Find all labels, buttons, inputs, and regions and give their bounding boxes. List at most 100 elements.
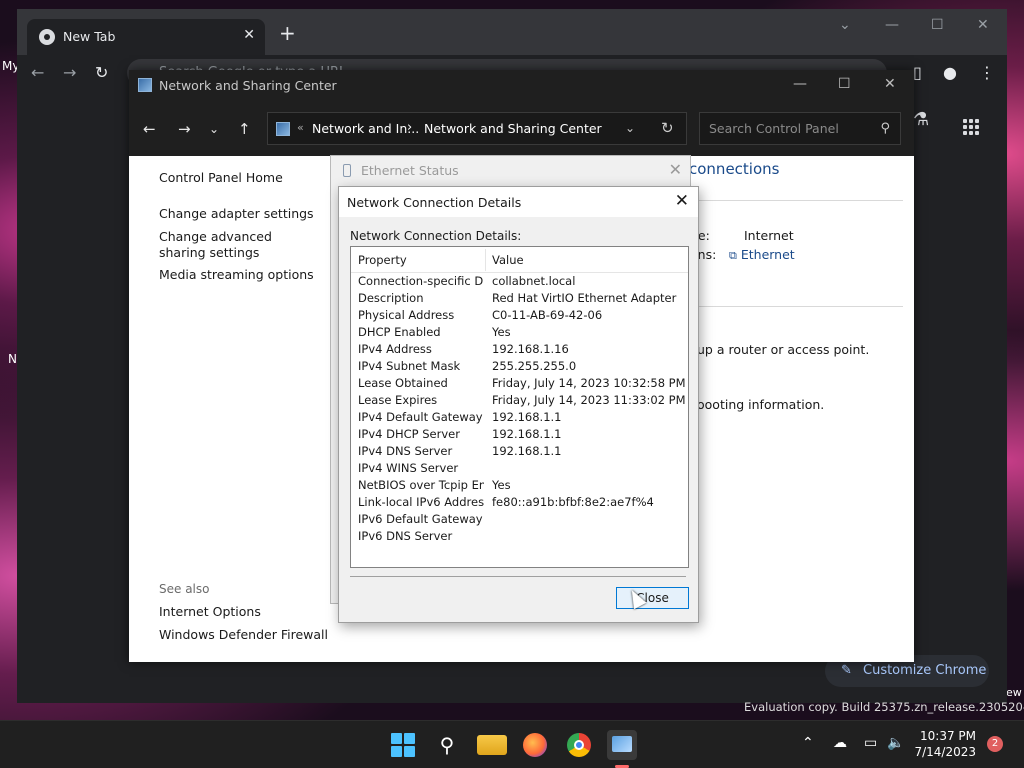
list-item[interactable]: IPv4 WINS Server <box>351 460 688 477</box>
media-streaming-link[interactable]: Media streaming options <box>159 267 314 282</box>
close-button[interactable]: Close <box>616 587 689 609</box>
search-icon[interactable]: ⚲ <box>432 730 462 760</box>
divider <box>689 200 903 201</box>
control-panel-home-link[interactable]: Control Panel Home <box>159 170 283 185</box>
control-panel-taskbar-icon[interactable] <box>607 730 637 760</box>
breadcrumb-item[interactable]: Network and Sharing Center <box>424 121 602 136</box>
property-cell: Lease Expires <box>358 393 438 407</box>
value-cell: Friday, July 14, 2023 10:32:58 PM <box>492 376 686 390</box>
tab-search-chevron-icon[interactable]: ⌄ <box>839 17 851 33</box>
list-item[interactable]: IPv4 Address 192.168.1.16 <box>351 341 688 358</box>
close-icon[interactable]: ✕ <box>669 160 682 179</box>
list-item[interactable]: Lease Obtained Friday, July 14, 2023 10:3… <box>351 375 688 392</box>
property-cell: Connection-specific DN... <box>358 274 484 288</box>
control-panel-search-input[interactable]: Search Control Panel ⚲ <box>699 112 901 145</box>
control-panel-titlebar: Network and Sharing Center — ☐ ✕ <box>129 70 914 102</box>
ethernet-status-title: Ethernet Status <box>361 163 459 178</box>
show-hidden-icons-chevron-icon[interactable]: ⌃ <box>802 735 814 751</box>
new-tab-button[interactable]: + <box>279 23 296 43</box>
forward-arrow-icon[interactable]: → <box>63 63 76 82</box>
list-item[interactable]: IPv4 DHCP Server 192.168.1.1 <box>351 426 688 443</box>
list-item[interactable]: IPv6 DNS Server <box>351 528 688 545</box>
property-cell: IPv4 Subnet Mask <box>358 359 461 373</box>
value-cell: Yes <box>492 478 511 492</box>
firefox-icon[interactable] <box>523 733 547 757</box>
cloud-icon[interactable]: ☁ <box>833 735 847 751</box>
ethernet-connection-link[interactable]: ⧉ Ethernet <box>729 247 795 263</box>
list-item[interactable]: IPv4 DNS Server 192.168.1.1 <box>351 443 688 460</box>
menu-kebab-icon[interactable]: ⋮ <box>979 63 995 82</box>
recent-locations-chevron-icon[interactable]: ⌄ <box>209 122 219 136</box>
up-arrow-icon[interactable]: ↑ <box>238 120 251 138</box>
list-item[interactable]: IPv6 Default Gateway <box>351 511 688 528</box>
details-list[interactable]: Property Value Connection-specific DN...… <box>350 246 689 568</box>
refresh-icon[interactable]: ↻ <box>661 119 674 137</box>
close-icon[interactable]: ✕ <box>977 17 989 33</box>
address-bar[interactable]: « Network and In... › Network and Sharin… <box>267 112 687 145</box>
chrome-tab-strip: New Tab ✕ + ⌄ — ☐ ✕ <box>17 9 1007 55</box>
property-cell: Link-local IPv6 Address <box>358 495 484 509</box>
clock[interactable]: 10:37 PM 7/14/2023 <box>914 728 976 760</box>
list-item[interactable]: Description Red Hat VirtIO Ethernet Adapt… <box>351 290 688 307</box>
profile-icon[interactable]: ● <box>943 63 957 82</box>
change-adapter-settings-link[interactable]: Change adapter settings <box>159 206 314 221</box>
back-arrow-icon[interactable]: ← <box>31 63 44 82</box>
clock-date: 7/14/2023 <box>914 745 976 759</box>
value-cell: 192.168.1.1 <box>492 444 562 458</box>
control-panel-navbar: ← → ⌄ ↑ « Network and In... › Network an… <box>129 102 914 156</box>
tab-close-icon[interactable]: ✕ <box>243 27 255 43</box>
list-item[interactable]: IPv4 Default Gateway 192.168.1.1 <box>351 409 688 426</box>
apps-grid-icon[interactable] <box>963 119 979 135</box>
value-cell: Red Hat VirtIO Ethernet Adapter <box>492 291 677 305</box>
close-icon[interactable]: ✕ <box>884 76 896 92</box>
change-advanced-sharing-link[interactable]: Change advanced sharing settings <box>159 229 309 261</box>
minimize-icon[interactable]: — <box>793 76 807 92</box>
list-item[interactable]: Connection-specific DN... collabnet.local <box>351 273 688 290</box>
chrome-icon[interactable] <box>567 733 591 757</box>
network-icon[interactable]: ▭ <box>864 735 877 751</box>
back-arrow-icon[interactable]: ← <box>143 120 156 138</box>
breadcrumb-chevron-icon[interactable]: › <box>407 120 412 135</box>
list-item[interactable]: Link-local IPv6 Address fe80::a91b:bfbf:8… <box>351 494 688 511</box>
list-item[interactable]: DHCP Enabled Yes <box>351 324 688 341</box>
notification-badge[interactable]: 2 <box>987 736 1003 752</box>
property-cell: IPv6 Default Gateway <box>358 512 483 526</box>
volume-icon[interactable]: 🔈 <box>887 735 904 751</box>
value-cell: collabnet.local <box>492 274 576 288</box>
chrome-tab[interactable]: New Tab ✕ <box>27 19 265 55</box>
file-explorer-icon[interactable] <box>477 735 507 755</box>
labs-flask-icon[interactable]: ⚗ <box>913 109 929 130</box>
list-item[interactable]: IPv4 Subnet Mask 255.255.255.0 <box>351 358 688 375</box>
tab-title: New Tab <box>63 29 116 44</box>
taskbar: ⚲ ⌃ ☁ ▭ 🔈 10:37 PM 7/14/2023 2 <box>0 720 1024 768</box>
desktop-fragment: N <box>8 352 17 366</box>
windows-start-icon[interactable] <box>388 730 418 760</box>
property-cell: NetBIOS over Tcpip En... <box>358 478 484 492</box>
dialog-title: Network Connection Details <box>347 195 522 210</box>
breadcrumb-item[interactable]: Network and In... <box>312 121 419 136</box>
column-header-value[interactable]: Value <box>492 253 524 267</box>
minimize-icon[interactable]: — <box>885 17 899 33</box>
close-icon[interactable]: ✕ <box>675 191 689 211</box>
ethernet-plug-icon: ⧉ <box>729 249 737 262</box>
ethernet-link-label: Ethernet <box>740 247 795 262</box>
list-item[interactable]: Physical Address C0-11-AB-69-42-06 <box>351 307 688 324</box>
maximize-icon[interactable]: ☐ <box>931 17 944 33</box>
windows-firewall-link[interactable]: Windows Defender Firewall <box>159 627 328 642</box>
list-item[interactable]: NetBIOS over Tcpip En... Yes <box>351 477 688 494</box>
divider <box>689 306 903 307</box>
details-label: Network Connection Details: <box>350 229 522 243</box>
reload-icon[interactable]: ↻ <box>95 63 108 82</box>
search-icon[interactable]: ⚲ <box>880 113 890 144</box>
property-cell: Description <box>358 291 424 305</box>
router-setup-text: up a router or access point. <box>697 342 870 357</box>
address-dropdown-icon[interactable]: ⌄ <box>625 121 635 135</box>
connections-heading: connections <box>689 160 780 178</box>
column-header-property[interactable]: Property <box>358 253 407 267</box>
forward-arrow-icon[interactable]: → <box>178 120 191 138</box>
maximize-icon[interactable]: ☐ <box>838 76 851 92</box>
internet-options-link[interactable]: Internet Options <box>159 604 261 619</box>
column-divider[interactable] <box>485 249 486 271</box>
side-panel-icon[interactable]: ▯ <box>913 63 922 82</box>
list-item[interactable]: Lease Expires Friday, July 14, 2023 11:33… <box>351 392 688 409</box>
